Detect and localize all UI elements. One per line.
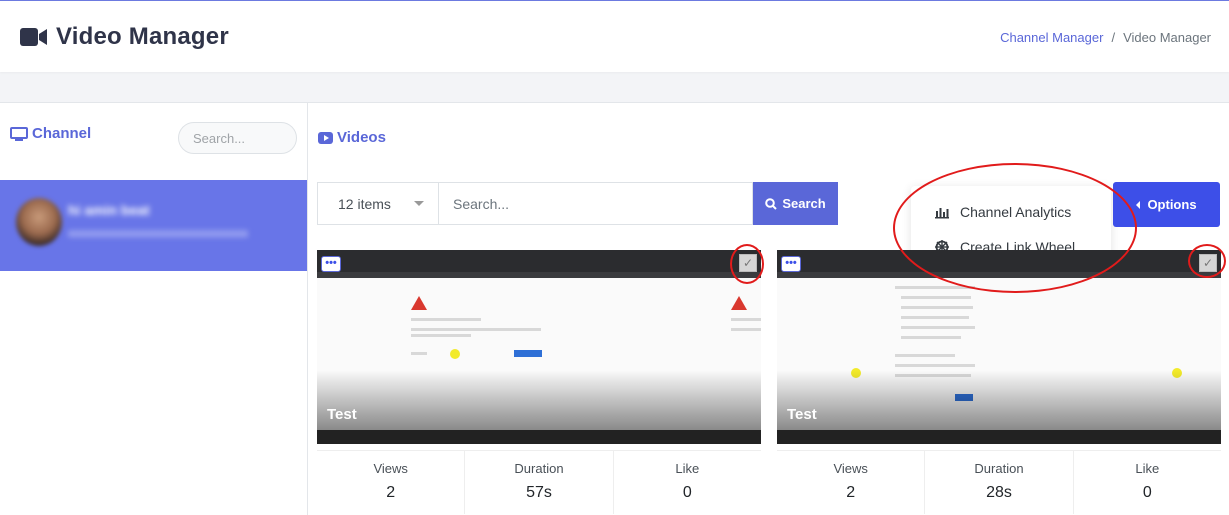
video-card[interactable]: ••• ✓ Test Views 2 Duration 57s Like 0 [317, 250, 761, 515]
channel-sidebar: Channel hi amin beat xxxxxxxxxxxxxxxxxxx… [0, 102, 308, 515]
options-button-label: Options [1147, 197, 1197, 212]
search-button[interactable]: Search [753, 182, 838, 225]
stat-duration: Duration 57s [465, 451, 614, 514]
video-search-input[interactable] [438, 182, 753, 225]
breadcrumb-separator: / [1111, 30, 1116, 45]
search-button-label: Search [782, 196, 826, 211]
stat-label: Like [675, 461, 700, 476]
more-options-icon[interactable]: ••• [321, 256, 341, 272]
stat-label: Views [373, 461, 408, 476]
warning-icon [411, 296, 427, 310]
stat-label: Duration [974, 461, 1024, 476]
thumbnail-text-line [411, 352, 427, 355]
thumbnail-browser-bar [317, 250, 761, 272]
stat-value: 2 [846, 484, 856, 501]
annotation-ellipse [893, 163, 1137, 293]
thumbnail-text-line [895, 364, 975, 367]
channel-search-input[interactable] [178, 122, 297, 154]
brand: Video Manager [20, 23, 229, 51]
thumbnail-text-line [901, 306, 973, 309]
thumbnail-text-line [901, 326, 975, 329]
thumbnail-button [514, 350, 542, 357]
stat-label: Like [1135, 461, 1160, 476]
videos-heading: Videos [318, 129, 386, 146]
stat-value: 2 [386, 484, 396, 501]
sidebar-heading: Channel [10, 125, 91, 142]
thumbnail-text-line [411, 334, 471, 337]
thumbnail-overlay [317, 370, 761, 430]
annotation-ellipse [730, 244, 764, 284]
video-title: Test [787, 406, 817, 423]
stat-like: Like 0 [614, 451, 761, 514]
warning-icon [731, 296, 747, 310]
thumbnail-text-line [901, 336, 961, 339]
channel-name: hi amin beat [68, 202, 150, 218]
search-icon [765, 197, 778, 210]
breadcrumb-link-channel-manager[interactable]: Channel Manager [1000, 30, 1103, 45]
items-per-page-select[interactable]: 12 items [317, 182, 438, 225]
thumbnail-text-line [411, 318, 481, 321]
video-stats: Views 2 Duration 57s Like 0 [317, 450, 761, 514]
thumbnail-text-line [411, 328, 541, 331]
items-per-page-value: 12 items [338, 195, 391, 212]
video-camera-icon [20, 28, 47, 46]
thumbnail-overlay [777, 370, 1221, 430]
stat-duration: Duration 28s [925, 451, 1074, 514]
video-thumbnail[interactable]: ••• ✓ Test [317, 250, 761, 444]
chevron-down-icon [414, 201, 424, 206]
more-options-icon[interactable]: ••• [781, 256, 801, 272]
video-title: Test [327, 406, 357, 423]
thumbnail-bookmark-bar [317, 272, 761, 278]
stat-value: 57s [526, 484, 552, 501]
stat-label: Duration [514, 461, 564, 476]
thumbnail-text-line [731, 318, 761, 321]
channel-email: xxxxxxxxxxxxxxxxxxxxxxxxxxxxxx [68, 226, 248, 240]
stat-value: 28s [986, 484, 1012, 501]
channel-list-item[interactable]: hi amin beat xxxxxxxxxxxxxxxxxxxxxxxxxxx… [0, 180, 307, 271]
thumbnail-text-line [731, 328, 761, 331]
thumbnail-bottom-bar [777, 430, 1221, 444]
annotation-ellipse [1188, 244, 1226, 278]
video-toolbar: 12 items Search [317, 182, 838, 225]
video-stats: Views 2 Duration 28s Like 0 [777, 450, 1221, 514]
page-title: Video Manager [56, 23, 229, 50]
stat-like: Like 0 [1074, 451, 1221, 514]
videos-heading-label: Videos [337, 129, 386, 146]
youtube-icon [318, 131, 333, 144]
stat-value: 0 [682, 484, 692, 501]
thumbnail-text-line [895, 354, 955, 357]
thumbnail-bottom-bar [317, 430, 761, 444]
stat-views: Views 2 [317, 451, 466, 514]
avatar [16, 198, 62, 246]
stat-label: Views [833, 461, 868, 476]
thumbnail-text-line [901, 296, 971, 299]
thumbnail-text-line [901, 316, 969, 319]
breadcrumb: Channel Manager / Video Manager [1000, 30, 1211, 45]
stat-views: Views 2 [777, 451, 926, 514]
top-bar: Video Manager Channel Manager / Video Mana… [0, 0, 1229, 72]
breadcrumb-current: Video Manager [1123, 30, 1211, 45]
caret-left-icon [1136, 200, 1141, 209]
cursor-highlight [450, 349, 460, 359]
sidebar-heading-label: Channel [32, 125, 92, 142]
monitor-icon [10, 126, 28, 141]
stat-value: 0 [1142, 484, 1152, 501]
videos-panel: Videos 12 items Search Channel Analytics [308, 102, 1229, 515]
